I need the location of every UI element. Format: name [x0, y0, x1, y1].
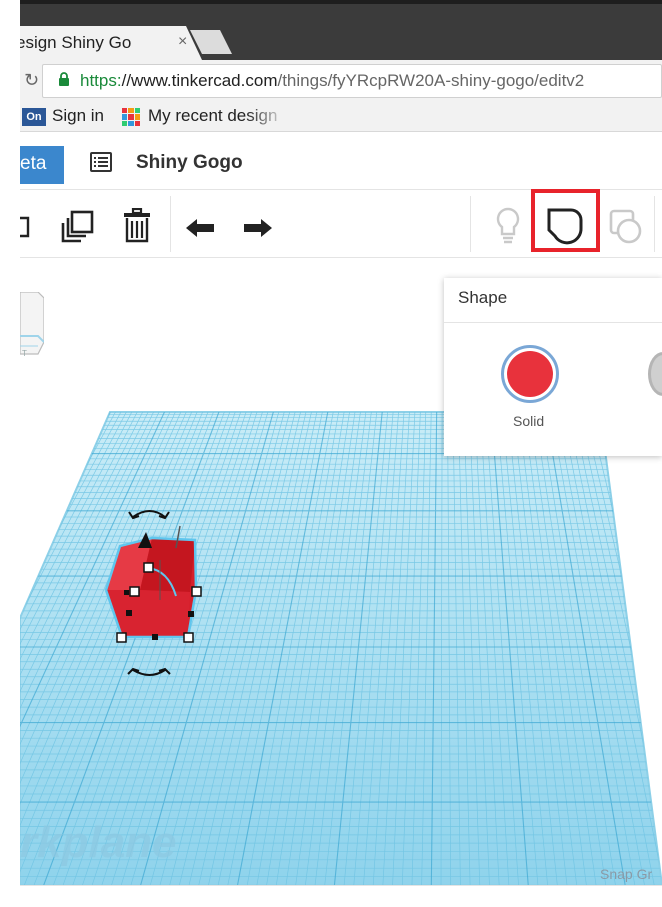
- bookmark-sign-in[interactable]: Sign in: [52, 106, 104, 126]
- url-host: //www.tinkercad.com: [121, 71, 278, 90]
- url-path: /things/fyYRcpRW20A-shiny-gogo/editv2: [277, 71, 585, 90]
- bottom-strip: [0, 885, 662, 907]
- onenote-icon[interactable]: On: [22, 108, 46, 126]
- toolbar-divider: [470, 196, 471, 252]
- bookmark-my-recent-designs[interactable]: My recent design: [148, 106, 288, 126]
- tinkercad-grid-icon[interactable]: [122, 108, 140, 126]
- workplane-label: rkplane: [20, 818, 177, 867]
- browser-tab-title[interactable]: esign Shiny Go: [16, 33, 166, 53]
- duplicate-icon[interactable]: [60, 210, 96, 244]
- design-title[interactable]: Shiny Gogo: [136, 152, 243, 174]
- solid-label: Solid: [513, 413, 545, 429]
- view-cube[interactable]: T: [20, 292, 44, 362]
- toolbar-divider: [654, 196, 655, 252]
- page-left-margin: [0, 0, 20, 907]
- hole-icon[interactable]: [608, 208, 644, 246]
- redo-icon[interactable]: [242, 216, 274, 240]
- undo-icon[interactable]: [184, 216, 216, 240]
- url-scheme: https:: [80, 71, 122, 90]
- url-text[interactable]: https://www.tinkercad.com/things/fyYRcpR…: [80, 71, 584, 91]
- copy-icon[interactable]: [20, 212, 32, 242]
- close-icon[interactable]: ×: [178, 33, 187, 51]
- lock-icon: [59, 72, 69, 86]
- snap-grid-control[interactable]: Snap Gr: [600, 866, 652, 882]
- beta-badge-label: eta: [20, 153, 47, 174]
- shape-panel-divider: [444, 322, 662, 323]
- shape-panel-title: Shape: [458, 288, 508, 307]
- design-list-icon[interactable]: [90, 152, 112, 172]
- lightbulb-icon[interactable]: [494, 206, 522, 246]
- svg-text:T: T: [22, 349, 27, 358]
- delete-icon[interactable]: [122, 208, 152, 244]
- shape-tool-highlight: [531, 189, 600, 252]
- solid-color-swatch[interactable]: [507, 351, 553, 397]
- reload-icon[interactable]: ↻: [24, 70, 39, 91]
- toolbar-divider: [170, 196, 171, 252]
